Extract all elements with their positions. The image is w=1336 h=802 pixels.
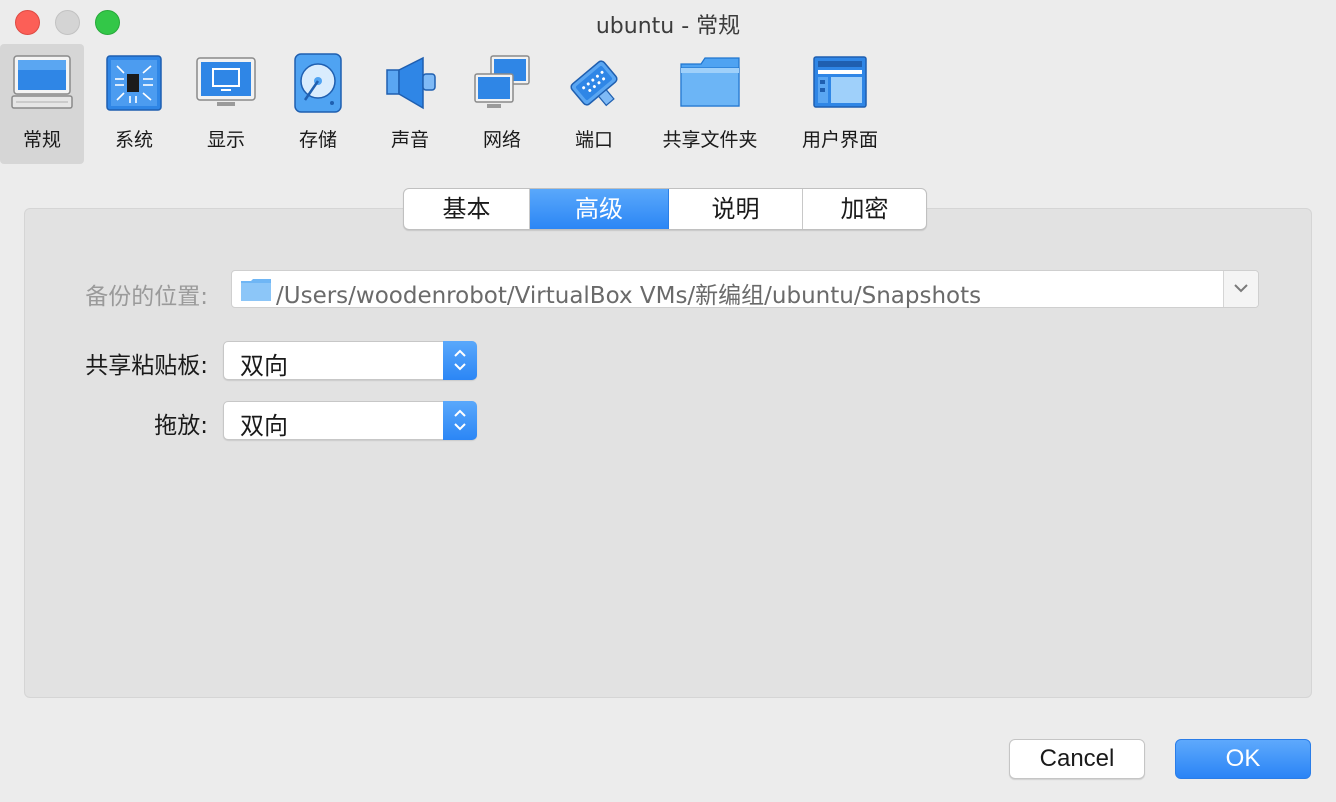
display-icon [196, 57, 256, 106]
toolbar-item-user-interface[interactable]: 用户界面 [790, 44, 890, 164]
toolbar-label: 网络 [482, 129, 521, 151]
toolbar-item-storage[interactable]: 存储 [276, 44, 360, 164]
toolbar-label: 显示 [206, 129, 245, 151]
toolbar-item-system[interactable]: 系统 [92, 44, 176, 164]
toolbar-item-audio[interactable]: 声音 [368, 44, 452, 164]
snapshot-folder-combobox[interactable]: /Users/woodenrobot/VirtualBox VMs/新编组/ub… [231, 270, 1259, 309]
chip-icon [106, 55, 162, 111]
shared-clipboard-value: 双向 [240, 352, 288, 380]
window-title: ubuntu - 常规 [595, 14, 741, 39]
toolbar-item-network[interactable]: 网络 [460, 44, 544, 164]
speaker-icon [386, 56, 436, 110]
drag-drop-select[interactable]: 双向 [223, 401, 477, 440]
snapshot-folder-path: /Users/woodenrobot/VirtualBox VMs/新编组/ub… [276, 283, 982, 309]
folder-icon [680, 57, 740, 107]
shared-clipboard-select[interactable]: 双向 [223, 341, 477, 380]
settings-toolbar: 常规 系统 显示 存储 声音 网络 端口 共享文件夹 用户界面 [0, 44, 1336, 164]
snapshot-folder-label: 备份的位置: [85, 284, 208, 310]
tab-encryption[interactable]: 加密 [803, 189, 926, 229]
tab-description[interactable]: 说明 [669, 189, 803, 229]
tab-basic[interactable]: 基本 [404, 189, 530, 229]
drag-drop-label: 拖放: [154, 413, 208, 439]
toolbar-label: 声音 [390, 129, 429, 151]
tab-advanced[interactable]: 高级 [530, 189, 669, 229]
port-icon [570, 60, 618, 107]
toolbar-label: 共享文件夹 [662, 129, 758, 151]
toolbar-label: 存储 [298, 129, 337, 151]
network-icon [474, 55, 530, 108]
snapshot-folder-dropdown-button[interactable] [1223, 271, 1258, 307]
cancel-button[interactable]: Cancel [1009, 739, 1145, 779]
chevron-down-icon [1234, 284, 1248, 293]
settings-window: ubuntu - 常规 常规 系统 显示 存储 声音 网络 端口 共享文件夹 用… [0, 0, 1336, 802]
ui-icon [813, 56, 867, 108]
tab-bar: 基本 高级 说明 加密 [403, 188, 927, 230]
title-bar: ubuntu - 常规 [0, 0, 1336, 44]
shared-clipboard-label: 共享粘贴板: [85, 353, 208, 379]
disk-icon [294, 53, 342, 113]
toolbar-item-ports[interactable]: 端口 [552, 44, 636, 164]
select-arrows [443, 341, 477, 380]
folder-icon [241, 279, 271, 301]
monitor-icon [11, 55, 73, 109]
up-down-arrows-icon [454, 409, 466, 431]
select-arrows [443, 401, 477, 440]
toolbar-label: 常规 [22, 129, 61, 151]
toolbar-item-display[interactable]: 显示 [184, 44, 268, 164]
up-down-arrows-icon [454, 349, 466, 371]
toolbar-label: 端口 [574, 129, 613, 151]
toolbar-item-general[interactable]: 常规 [0, 44, 84, 164]
drag-drop-value: 双向 [240, 412, 288, 440]
toolbar-label: 系统 [114, 129, 153, 151]
toolbar-label: 用户界面 [801, 129, 878, 151]
toolbar-item-shared-folders[interactable]: 共享文件夹 [650, 44, 770, 164]
ok-button[interactable]: OK [1175, 739, 1311, 779]
